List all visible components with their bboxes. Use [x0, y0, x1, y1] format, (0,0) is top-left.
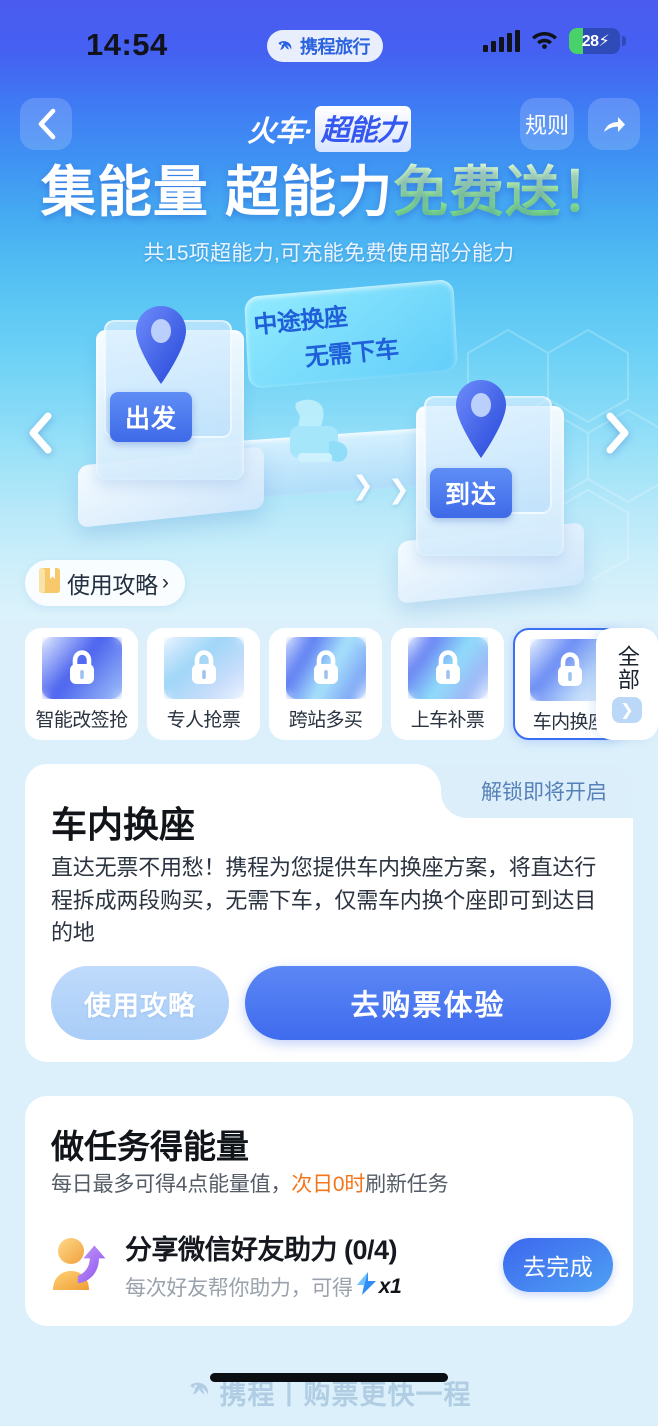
nav-bar: 火车· 超能力 规则 [0, 98, 658, 156]
rules-button[interactable]: 规则 [520, 98, 574, 150]
page-title-prefix: 火车· [247, 116, 313, 148]
status-bar: 14:54 携程旅行 28⚡ [0, 0, 658, 86]
usage-guide-pill[interactable]: 使用攻略 › [25, 560, 185, 606]
task-hint-multiplier: x1 [378, 1274, 402, 1298]
destination-marker-group: 到达 [398, 380, 588, 604]
ability-tab-label: 专人抢票 [166, 710, 241, 731]
train-seat-icon [282, 397, 358, 489]
ability-detail-actions: 使用攻略 去购票体验 [51, 966, 611, 1040]
ability-tab-2[interactable]: 跨站多买 [269, 628, 382, 740]
app-screen: 14:54 携程旅行 28⚡ 火车· 超能力 规则 集能量 超能力免费送！ 共1… [0, 0, 658, 1426]
ability-tab-0[interactable]: 智能改签抢 [25, 628, 138, 740]
map-pin-icon [450, 378, 512, 460]
task-section-title: 做任务得能量 [51, 1128, 249, 1165]
origin-label: 出发 [110, 392, 192, 442]
share-arrow-icon [603, 116, 625, 132]
chevron-right-icon: › [161, 571, 169, 594]
usage-guide-label: 使用攻略 [67, 572, 158, 598]
headline-subtitle: 共15项超能力,可充能免费使用部分能力 [143, 241, 515, 265]
rules-label: 规则 [524, 113, 569, 138]
chevron-left-icon [29, 412, 52, 454]
ability-detail-title: 车内换座 [51, 804, 196, 845]
lock-icon [69, 650, 94, 684]
battery-charging-icon: 28⚡ [569, 28, 626, 54]
lock-icon [313, 650, 338, 684]
task-subtitle-highlight: 次日0时 [291, 1173, 366, 1196]
headline-white-part: 集能量 超能力 [40, 161, 394, 223]
ability-tab-label: 跨站多买 [288, 710, 363, 731]
hero-headline: 集能量 超能力免费送！ 共15项超能力,可充能免费使用部分能力 [0, 162, 658, 267]
ability-thumb [163, 637, 244, 699]
task-hint-text: 每次好友帮你助力，可得 [125, 1276, 353, 1300]
ability-detail-card: 解锁即将开启 车内换座 直达无票不用愁！携程为您提供车内换座方案，将直达行程拆成… [25, 764, 633, 1062]
carousel-prev-button[interactable] [20, 410, 60, 456]
go-buy-ticket-button[interactable]: 去购票体验 [245, 966, 611, 1040]
lock-icon [435, 650, 460, 684]
carousel-next-button[interactable] [598, 410, 638, 456]
view-all-abilities-button[interactable]: 全部 ❯ [596, 628, 658, 740]
task-action-button[interactable]: 去完成 [503, 1238, 613, 1292]
lock-icon [191, 650, 216, 684]
carousel-illustration: ❯ ❯ ❯ [0, 278, 658, 604]
unlock-status-badge: 解锁即将开启 [415, 764, 633, 818]
task-info: 分享微信好友助力 (0/4) 每次好友帮你助力，可得 x1 [125, 1228, 503, 1302]
ability-detail-description: 直达无票不用愁！携程为您提供车内换座方案，将直达行程拆成两段购买，无需下车，仅需… [51, 855, 597, 946]
chevron-right-icon [606, 412, 629, 454]
ability-tab-strip[interactable]: 智能改签抢 专人抢票 跨站多买 上车补票 车内换座 全部 ❯ [0, 628, 658, 740]
ability-tab-1[interactable]: 专人抢票 [147, 628, 260, 740]
share-friend-icon [45, 1234, 115, 1296]
status-indicators: 28⚡ [483, 28, 626, 54]
notebook-icon [38, 567, 61, 599]
ability-tab-label: 智能改签抢 [35, 710, 128, 731]
task-section-subtitle: 每日最多可得4点能量值，次日0时刷新任务 [51, 1168, 449, 1198]
energy-bolt-icon [355, 1271, 378, 1302]
ability-thumb [41, 637, 122, 699]
signal-bars-icon [483, 30, 520, 52]
status-time: 14:54 [86, 27, 168, 62]
origin-marker-group: 出发 [78, 306, 268, 528]
ability-tab-3[interactable]: 上车补票 [391, 628, 504, 740]
banner-line-1: 中途换座 [252, 303, 349, 340]
ability-thumb [407, 637, 488, 699]
detail-usage-guide-button[interactable]: 使用攻略 [51, 966, 229, 1040]
lock-icon [557, 652, 582, 686]
destination-label: 到达 [430, 468, 512, 518]
wifi-icon [531, 28, 558, 54]
ability-tab-label: 上车补票 [410, 710, 485, 731]
page-title-badge: 超能力 [314, 106, 411, 152]
app-name-pill: 携程旅行 [267, 30, 383, 62]
share-button[interactable] [588, 98, 640, 150]
task-row: 分享微信好友助力 (0/4) 每次好友帮你助力，可得 x1 去完成 [45, 1220, 613, 1310]
ability-carousel[interactable]: ❯ ❯ ❯ [0, 278, 658, 604]
headline-accent-part: 免费送！ [393, 161, 618, 223]
ctrip-dolphin-icon [276, 37, 295, 56]
home-indicator[interactable] [210, 1373, 448, 1382]
task-name: 分享微信好友助力 (0/4) [125, 1235, 398, 1265]
chevron-right-icon[interactable]: ❯ [612, 697, 642, 723]
view-all-label: 全部 [614, 645, 640, 691]
task-subtitle-suffix: 刷新任务 [365, 1173, 449, 1196]
task-card: 做任务得能量 每日最多可得4点能量值，次日0时刷新任务 分享微信好友助力 (0/… [25, 1096, 633, 1326]
task-hint: 每次好友帮你助力，可得 x1 [125, 1271, 503, 1302]
task-subtitle-prefix: 每日最多可得4点能量值， [51, 1173, 292, 1196]
ability-thumb [285, 637, 366, 699]
map-pin-icon [130, 304, 192, 386]
app-name-label: 携程旅行 [300, 37, 371, 57]
ctrip-dolphin-icon [187, 1377, 213, 1408]
